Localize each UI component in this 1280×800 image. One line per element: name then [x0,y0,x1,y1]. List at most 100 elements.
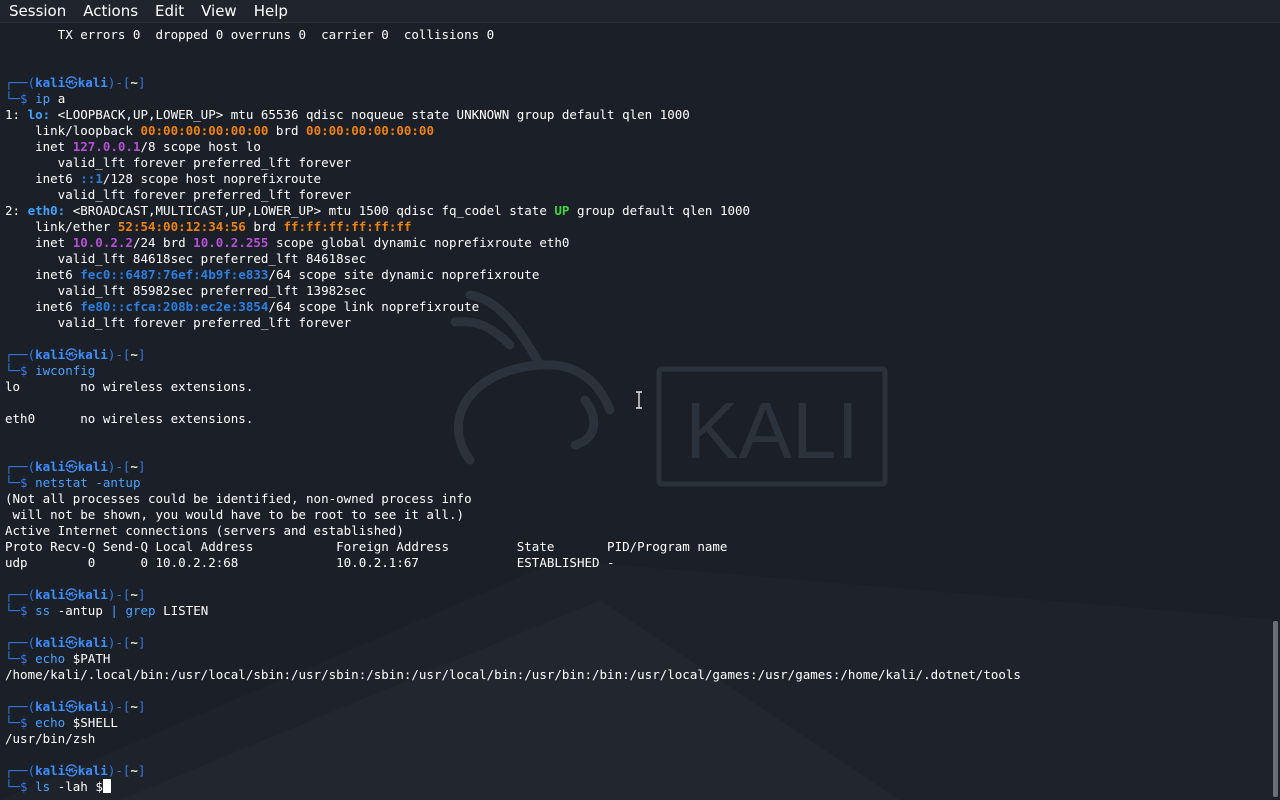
prompt-symbol: └─$ [5,779,36,794]
text-segment: a [50,91,66,106]
prompt-header-line: ┌──(kali㉿kali)-[~] [5,587,1268,603]
output-line: valid_lft 85982sec preferred_lft 13982se… [5,283,1268,299]
scrollbar-thumb[interactable] [1273,621,1278,797]
text-segment: valid_lft forever preferred_lft forever [5,315,352,330]
output-line: TX errors 0 dropped 0 overruns 0 carrier… [5,27,1268,43]
text-cursor-icon [636,391,642,409]
prompt-bracket: ] [137,635,146,650]
text-segment: inet6 [5,171,81,186]
prompt-user: kali [35,347,66,362]
prompt-user: kali [35,587,66,602]
scrollbar[interactable] [1270,23,1280,800]
prompt-header-line: ┌──(kali㉿kali)-[~] [5,699,1268,715]
text-segment: ss [35,603,51,618]
menu-edit[interactable]: Edit [146,0,192,22]
menubar: Session Actions Edit View Help [0,0,1280,23]
text-segment: 00:00:00:00:00:00 [140,123,269,138]
prompt-bracket: )-[ [107,347,131,362]
command-line: └─$ echo $PATH [5,651,1268,667]
text-segment: TX errors 0 dropped 0 overruns 0 carrier… [5,27,495,42]
prompt-at-symbol: ㉿ [65,763,78,778]
prompt-bracket: ] [137,699,146,714]
terminal-cursor [102,779,111,793]
text-segment: inet [5,139,73,154]
prompt-host: kali [77,75,108,90]
prompt-bracket: ┌──( [5,763,36,778]
prompt-header-line: ┌──(kali㉿kali)-[~] [5,459,1268,475]
prompt-host: kali [77,347,108,362]
text-segment: group default qlen 1000 [569,203,751,218]
output-line: Proto Recv-Q Send-Q Local Address Foreig… [5,539,1268,555]
text-segment: valid_lft 85982sec preferred_lft 13982se… [5,283,367,298]
output-line: /usr/bin/zsh [5,731,1268,747]
text-segment: 10.0.2.2 [72,235,133,250]
menu-actions[interactable]: Actions [74,0,146,22]
text-segment: /8 scope host lo [140,139,261,154]
prompt-bracket: ┌──( [5,459,36,474]
text-segment: ls [35,779,51,794]
output-line: inet6 ::1/128 scope host noprefixroute [5,171,1268,187]
text-segment: inet [5,235,73,250]
prompt-directory: ~ [130,347,138,362]
output-line: 1: lo: <LOOPBACK,UP,LOWER_UP> mtu 65536 … [5,107,1268,123]
prompt-bracket: )-[ [107,635,131,650]
prompt-host: kali [77,699,108,714]
prompt-bracket: ] [137,75,146,90]
prompt-bracket: ┌──( [5,347,36,362]
prompt-bracket: )-[ [107,459,131,474]
prompt-bracket: ] [137,587,146,602]
output-line: valid_lft forever preferred_lft forever [5,155,1268,171]
prompt-user: kali [35,459,66,474]
text-segment: brd [245,219,284,234]
prompt-host: kali [77,587,108,602]
prompt-at-symbol: ㉿ [65,75,78,90]
output-line: 2: eth0: <BROADCAST,MULTICAST,UP,LOWER_U… [5,203,1268,219]
prompt-user: kali [35,699,66,714]
prompt-directory: ~ [130,587,138,602]
text-segment: fe80::cfca:208b:ec2e:3854 [80,299,269,314]
prompt-symbol: └─$ [5,475,36,490]
prompt-at-symbol: ㉿ [65,587,78,602]
text-segment: eth0 no wireless extensions. [5,411,254,426]
prompt-user: kali [35,75,66,90]
text-segment: 1: [5,107,28,122]
text-segment: ff:ff:ff:ff:ff:ff [283,219,412,234]
terminal-output[interactable]: TX errors 0 dropped 0 overruns 0 carrier… [5,27,1268,800]
text-segment: /64 scope link noprefixroute [268,299,480,314]
text-segment: /usr/bin/zsh [5,731,96,746]
menu-help[interactable]: Help [245,0,296,22]
text-segment: <LOOPBACK,UP,LOWER_UP> mtu 65536 qdisc n… [50,107,690,122]
command-line: └─$ netstat -antup [5,475,1268,491]
text-segment: <BROADCAST,MULTICAST,UP,LOWER_UP> mtu 15… [65,203,555,218]
prompt-at-symbol: ㉿ [65,459,78,474]
prompt-bracket: ] [137,763,146,778]
menu-session[interactable]: Session [0,0,74,22]
text-segment: (Not all processes could be identified, … [5,491,472,506]
text-segment: /128 scope host noprefixroute [102,171,322,186]
text-segment: valid_lft forever preferred_lft forever [5,155,352,170]
prompt-bracket: )-[ [107,75,131,90]
output-line: inet6 fe80::cfca:208b:ec2e:3854/64 scope… [5,299,1268,315]
prompt-bracket: ┌──( [5,587,36,602]
text-segment: 00:00:00:00:00:00 [306,123,434,138]
prompt-symbol: └─$ [5,603,36,618]
text-segment: link/ether [5,219,118,234]
text-segment: | [110,603,118,618]
prompt-host: kali [77,763,108,778]
prompt-bracket: ] [137,459,146,474]
prompt-bracket: ┌──( [5,75,36,90]
command-line: └─$ echo $SHELL [5,715,1268,731]
text-segment: valid_lft forever preferred_lft forever [5,187,352,202]
menu-view[interactable]: View [192,0,245,22]
text-segment: $PATH [65,651,111,666]
command-line: └─$ iwconfig [5,363,1268,379]
prompt-bracket: )-[ [107,763,131,778]
text-segment: eth0: [27,203,66,218]
text-segment: 52:54:00:12:34:56 [117,219,246,234]
prompt-user: kali [35,635,66,650]
